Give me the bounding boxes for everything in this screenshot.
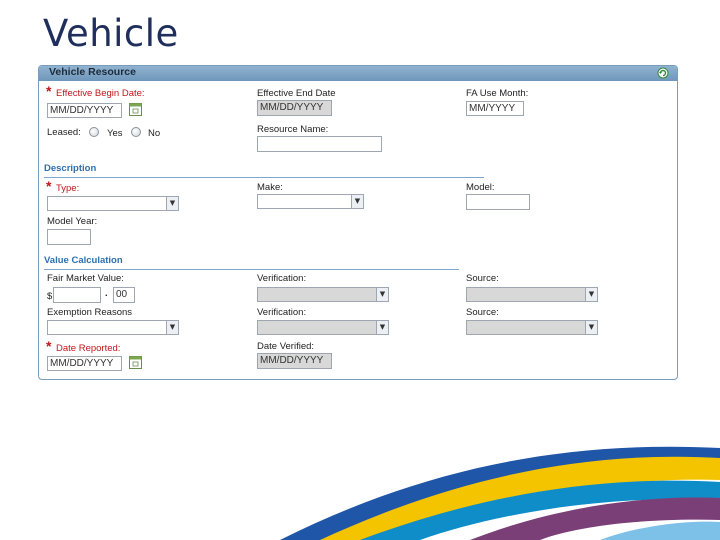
decorative-swoosh xyxy=(280,446,720,540)
